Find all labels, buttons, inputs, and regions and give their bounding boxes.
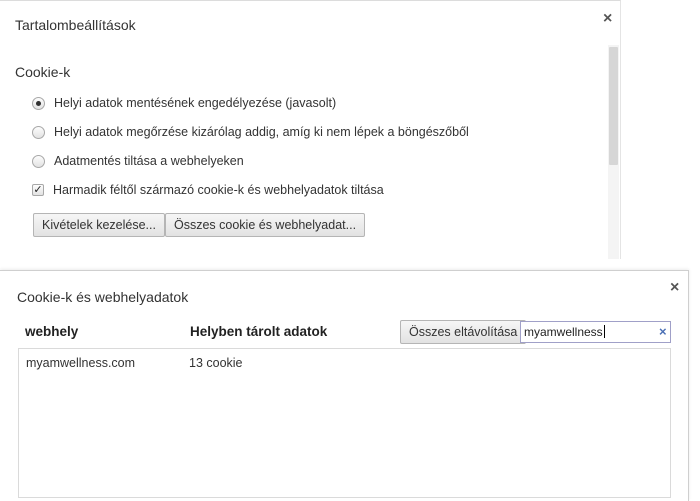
radio-button-checked[interactable] (32, 96, 45, 110)
radio-keep-until-quit[interactable]: Helyi adatok megőrzése kizárólag addig, … (32, 123, 469, 141)
search-input-value[interactable]: myamwellness (524, 325, 605, 339)
cookie-list: myamwellness.com 13 cookie (18, 348, 671, 498)
radio-allow-local-data[interactable]: Helyi adatok mentésének engedélyezése (j… (32, 94, 336, 112)
all-cookies-button[interactable]: Összes cookie és webhelyadat... (165, 213, 366, 237)
remove-all-button[interactable]: Összes eltávolítása (400, 320, 527, 344)
radio-label: Helyi adatok megőrzése kizárólag addig, … (54, 125, 469, 139)
radio-block-sites[interactable]: Adatmentés tiltása a webhelyeken (32, 152, 244, 170)
checkbox-label: Harmadik féltől származó cookie-k és web… (53, 183, 384, 197)
radio-button[interactable] (32, 154, 45, 168)
close-icon[interactable]: × (603, 11, 612, 27)
site-cell[interactable]: myamwellness.com (26, 356, 135, 370)
radio-label: Helyi adatok mentésének engedélyezése (j… (54, 96, 337, 110)
cookies-site-data-dialog: Cookie-k és webhelyadatok × webhely Hely… (0, 270, 689, 501)
checkbox-checked[interactable]: ✓ (32, 184, 44, 196)
radio-button[interactable] (32, 125, 45, 139)
dialog-title: Cookie-k és webhelyadatok (17, 289, 189, 305)
clear-search-icon[interactable]: × (659, 324, 667, 339)
scrollbar-thumb[interactable] (609, 47, 618, 165)
column-header-site: webhely (25, 324, 79, 339)
radio-label: Adatmentés tiltása a webhelyeken (54, 154, 244, 168)
content-settings-dialog: Tartalombeállítások × Cookie-k Helyi ada… (0, 0, 621, 259)
dialog-title: Tartalombeállítások (15, 17, 136, 33)
local-data-cell: 13 cookie (189, 356, 243, 370)
cookies-heading: Cookie-k (15, 64, 71, 80)
checkbox-block-third-party[interactable]: ✓ Harmadik féltől származó cookie-k és w… (32, 181, 384, 199)
search-input[interactable]: myamwellness × (520, 321, 671, 343)
close-icon[interactable]: × (670, 280, 679, 296)
column-header-local-data: Helyben tárolt adatok (190, 324, 328, 339)
manage-exceptions-button[interactable]: Kivételek kezelése... (33, 213, 165, 237)
